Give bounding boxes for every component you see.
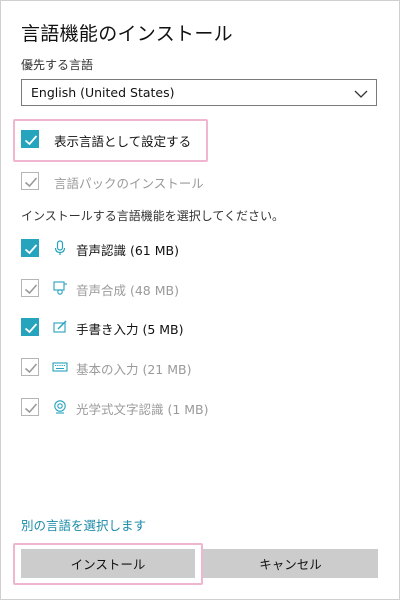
choose-other-language-link[interactable]: 別の言語を選択します bbox=[21, 515, 146, 534]
ocr-icon bbox=[52, 399, 68, 415]
feature-speech-recognition[interactable]: 音声認識 (61 MB) bbox=[21, 238, 381, 260]
handwriting-icon bbox=[52, 319, 68, 335]
language-pack-label: 言語パックのインストール bbox=[54, 176, 204, 191]
dialog-title: 言語機能のインストール bbox=[21, 23, 233, 45]
speech-synthesis-icon bbox=[52, 280, 68, 296]
display-language-checkbox[interactable] bbox=[21, 130, 39, 148]
basic-typing-checkbox bbox=[21, 358, 39, 376]
display-language-option[interactable]: 表示言語として設定する bbox=[21, 129, 381, 151]
feature-handwriting[interactable]: 手書き入力 (5 MB) bbox=[21, 317, 381, 339]
speech-synthesis-checkbox bbox=[21, 279, 39, 297]
language-pack-checkbox bbox=[21, 172, 39, 190]
install-language-features-dialog: 言語機能のインストール 優先する言語 English (United State… bbox=[0, 0, 400, 600]
preferred-language-label: 優先する言語 bbox=[21, 58, 94, 72]
basic-typing-label: 基本の入力 (21 MB) bbox=[76, 362, 192, 377]
install-button[interactable]: インストール bbox=[21, 549, 195, 578]
cancel-button[interactable]: キャンセル bbox=[203, 549, 378, 578]
microphone-icon bbox=[52, 240, 68, 256]
feature-speech-synthesis: 音声合成 (48 MB) bbox=[21, 278, 381, 300]
ocr-label: 光学式文字認識 (1 MB) bbox=[76, 402, 209, 417]
language-pack-option: 言語パックのインストール bbox=[21, 171, 381, 193]
handwriting-label: 手書き入力 (5 MB) bbox=[76, 322, 184, 337]
keyboard-icon bbox=[52, 359, 68, 375]
language-dropdown-value: English (United States) bbox=[31, 85, 175, 100]
display-language-label: 表示言語として設定する bbox=[54, 134, 192, 149]
feature-ocr: 光学式文字認識 (1 MB) bbox=[21, 397, 381, 419]
language-dropdown[interactable]: English (United States) bbox=[21, 79, 377, 106]
feature-basic-typing: 基本の入力 (21 MB) bbox=[21, 357, 381, 379]
ocr-checkbox bbox=[21, 398, 39, 416]
speech-recognition-checkbox[interactable] bbox=[21, 239, 39, 257]
features-instruction: インストールする言語機能を選択してください。 bbox=[21, 209, 285, 223]
chevron-down-icon bbox=[354, 86, 368, 100]
handwriting-checkbox[interactable] bbox=[21, 318, 39, 336]
speech-recognition-label: 音声認識 (61 MB) bbox=[76, 243, 179, 258]
speech-synthesis-label: 音声合成 (48 MB) bbox=[76, 283, 179, 298]
